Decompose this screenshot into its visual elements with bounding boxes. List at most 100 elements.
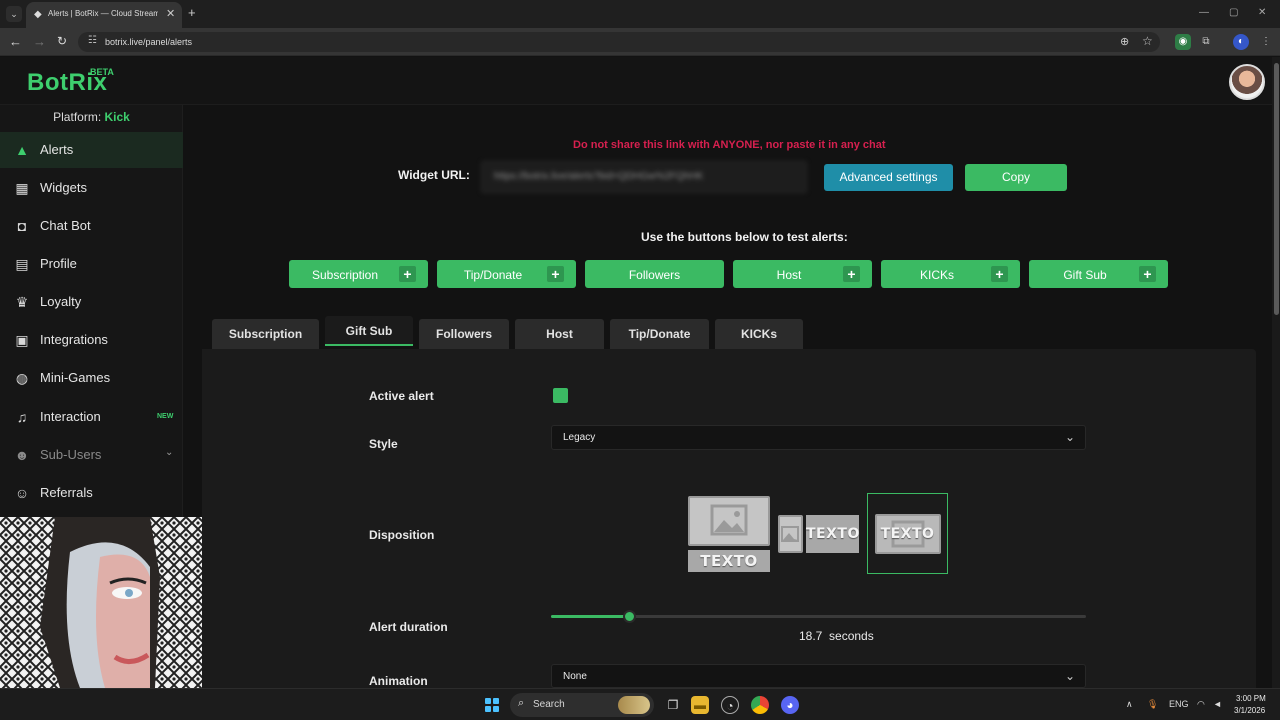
webcam-face-image — [0, 517, 203, 688]
close-tab-icon[interactable]: ✕ — [166, 7, 175, 20]
tray-chevron-up-icon[interactable]: ∧ — [1126, 699, 1133, 710]
disposition-text: TEXTO — [688, 550, 770, 572]
style-select-value: Legacy — [563, 432, 596, 443]
new-tab-icon[interactable]: + — [188, 5, 196, 20]
test-host-button[interactable]: Host + — [733, 260, 872, 288]
browser-menu-icon[interactable]: ⋮ — [1258, 34, 1274, 50]
sidebar-item-integrations[interactable]: ▣ Integrations — [0, 322, 183, 358]
back-icon[interactable]: ← — [9, 34, 22, 49]
obs-studio-icon[interactable]: ◔ — [721, 696, 739, 714]
sidebar-item-interaction[interactable]: ♫ Interaction NEW — [0, 399, 183, 435]
test-gift-sub-button[interactable]: Gift Sub + — [1029, 260, 1168, 288]
tab-search-icon[interactable]: ⌄ — [6, 6, 22, 22]
extensions-puzzle-icon[interactable]: ⧉ — [1198, 34, 1214, 50]
reload-icon[interactable]: ↻ — [57, 34, 67, 48]
sidebar-item-mini-games[interactable]: ◍ Mini-Games — [0, 360, 183, 396]
close-window-icon[interactable]: ✕ — [1258, 7, 1266, 18]
test-button-label: Subscription — [311, 268, 379, 282]
test-subscription-button[interactable]: Subscription + — [289, 260, 428, 288]
site-info-icon[interactable]: ☷ — [88, 35, 97, 46]
sidebar-item-chat-bot[interactable]: ◘ Chat Bot — [0, 208, 183, 244]
extension-shield-icon[interactable]: ◉ — [1175, 34, 1191, 50]
address-bar: ← → ↻ ☷ botrix.live/panel/alerts ⊕ ☆ ◉ ⧉… — [0, 28, 1280, 56]
tab-followers[interactable]: Followers — [419, 319, 509, 349]
zoom-icon[interactable]: ⊕ — [1120, 35, 1129, 48]
profile-icon[interactable]: ◐ — [1233, 34, 1249, 50]
plus-icon: + — [991, 266, 1008, 282]
sidebar-item-label: Interaction — [40, 409, 101, 424]
chevron-down-icon[interactable]: ⌄ — [165, 447, 173, 458]
image-placeholder-icon — [688, 496, 770, 546]
wifi-icon[interactable]: ◠ — [1197, 699, 1205, 710]
widget-url-field[interactable]: https://botrix.live/alerts?bid=QDHGw%2FQ… — [481, 161, 807, 193]
test-followers-button[interactable]: Followers — [585, 260, 724, 288]
sidebar-item-widgets[interactable]: ▦ Widgets — [0, 170, 183, 206]
task-view-icon[interactable]: ❐ — [664, 696, 682, 714]
windows-start-icon[interactable] — [485, 698, 499, 712]
chrome-icon[interactable] — [751, 696, 769, 714]
robot-icon: ◘ — [17, 218, 27, 234]
microphone-icon[interactable]: 🎙 — [1147, 699, 1158, 710]
url-field[interactable]: ☷ botrix.live/panel/alerts ⊕ ☆ — [78, 32, 1160, 52]
platform-label: Platform: — [53, 110, 102, 124]
url-text[interactable]: botrix.live/panel/alerts — [105, 37, 192, 47]
animation-select[interactable]: None ⌄ — [551, 664, 1086, 688]
top-navbar: BotRix BETA — [0, 57, 1272, 105]
test-kicks-button[interactable]: KICKs + — [881, 260, 1020, 288]
test-button-label: Gift Sub — [1063, 268, 1107, 282]
warning-triangle-icon: ▲ — [15, 142, 29, 158]
tab-host[interactable]: Host — [515, 319, 604, 349]
tab-tip-donate[interactable]: Tip/Donate — [610, 319, 709, 349]
style-label: Style — [369, 437, 398, 451]
style-select[interactable]: Legacy ⌄ — [551, 425, 1086, 450]
sidebar-item-label: Chat Bot — [40, 218, 91, 233]
disposition-text: TEXTO — [880, 526, 935, 542]
page-scrollbar[interactable] — [1272, 57, 1280, 688]
gamepad-icon: ◍ — [15, 370, 29, 386]
advanced-settings-button[interactable]: Advanced settings — [824, 164, 953, 191]
disposition-option-text-over-image[interactable]: TEXTO — [867, 493, 948, 574]
tab-title: Alerts | BotRix — Cloud Streami — [48, 9, 158, 18]
user-avatar[interactable] — [1229, 64, 1265, 100]
test-tip-donate-button[interactable]: Tip/Donate + — [437, 260, 576, 288]
tab-subscription[interactable]: Subscription — [212, 319, 319, 349]
file-explorer-icon[interactable]: ▬ — [691, 696, 709, 714]
minimize-icon[interactable]: — — [1199, 7, 1209, 18]
browser-tab[interactable]: ◆ Alerts | BotRix — Cloud Streami ✕ — [26, 2, 182, 28]
grid-icon: ▦ — [15, 180, 29, 196]
sidebar-item-alerts[interactable]: ▲ Alerts — [0, 132, 183, 168]
maximize-icon[interactable]: ▢ — [1229, 7, 1238, 18]
sidebar-item-profile[interactable]: ▤ Profile — [0, 246, 183, 282]
volume-icon[interactable]: ◄ — [1213, 699, 1222, 709]
disposition-option-image-top[interactable]: TEXTO — [688, 496, 770, 572]
forward-icon[interactable]: → — [33, 34, 46, 49]
discord-icon[interactable]: ◕ — [781, 696, 799, 714]
new-badge: NEW — [157, 413, 174, 420]
bookmark-star-icon[interactable]: ☆ — [1142, 34, 1153, 48]
language-indicator[interactable]: ENG — [1169, 699, 1189, 709]
sidebar-item-label: Alerts — [40, 142, 74, 157]
disposition-option-image-left[interactable]: TEXTO — [778, 515, 859, 553]
taskbar-search-label: Search — [533, 699, 565, 710]
test-button-label: Tip/Donate — [463, 268, 523, 282]
tab-gift-sub[interactable]: Gift Sub — [325, 316, 413, 346]
test-alerts-heading: Use the buttons below to test alerts: — [641, 230, 848, 244]
plus-icon: + — [547, 266, 564, 282]
tab-kicks[interactable]: KICKs — [715, 319, 803, 349]
sidebar-item-referrals[interactable]: ☺ Referrals — [0, 475, 183, 511]
active-alert-checkbox[interactable] — [553, 388, 568, 403]
duration-value: 18.7 — [799, 629, 823, 643]
clock-time[interactable]: 3:00 PM — [1236, 694, 1266, 703]
id-card-icon: ▤ — [15, 256, 29, 272]
sidebar-item-sub-users[interactable]: ☻ Sub-Users ⌄ — [0, 437, 183, 473]
page: BotRix BETA Platform: Kick ▲ Alerts ▦ Wi… — [0, 57, 1280, 688]
active-alert-label: Active alert — [369, 389, 434, 403]
copy-button[interactable]: Copy — [965, 164, 1067, 191]
scrollbar-thumb[interactable] — [1274, 63, 1279, 315]
sidebar-item-loyalty[interactable]: ♛ Loyalty — [0, 284, 183, 320]
clock-date[interactable]: 3/1/2026 — [1234, 706, 1265, 715]
taskbar-search[interactable]: ⌕ Search — [510, 693, 654, 717]
slider-fill — [551, 615, 631, 618]
beta-badge: BETA — [90, 67, 114, 77]
platform-value: Kick — [104, 110, 130, 124]
